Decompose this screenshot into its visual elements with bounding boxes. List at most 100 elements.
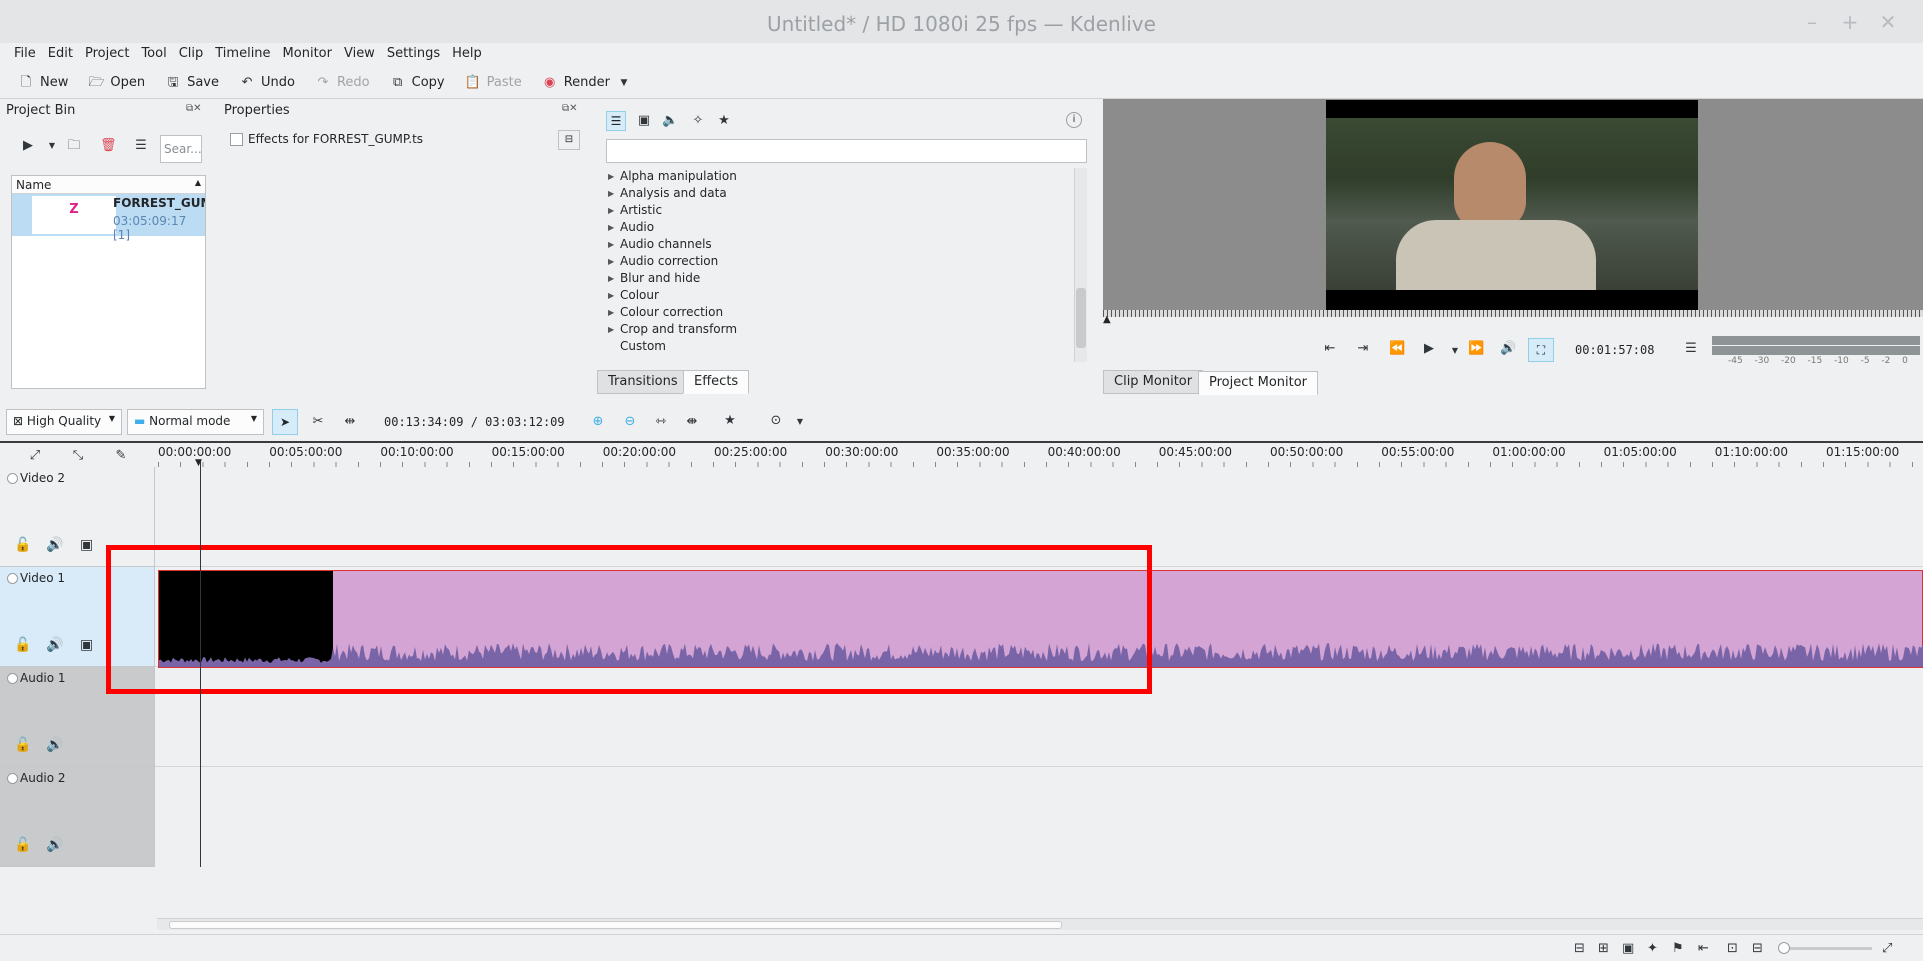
tab-project-monitor[interactable]: Project Monitor bbox=[1198, 371, 1319, 395]
record-circle-icon[interactable]: ⊙ bbox=[768, 413, 784, 429]
scrollbar-thumb[interactable] bbox=[169, 921, 1062, 929]
lock-icon[interactable]: 🔓 bbox=[14, 837, 31, 853]
spacer-tool-icon[interactable]: ⇹ bbox=[342, 414, 358, 430]
tab-effects[interactable]: Effects bbox=[683, 370, 750, 394]
chevron-down-icon[interactable]: ▼ bbox=[1447, 343, 1463, 359]
video-hide-icon[interactable]: ▣ bbox=[80, 637, 93, 653]
insert-icon[interactable]: ⊕ bbox=[590, 414, 606, 430]
extract-icon[interactable]: ⇼ bbox=[684, 414, 700, 430]
info-icon[interactable]: i bbox=[1066, 112, 1082, 128]
paste-button[interactable]: 📋 Paste bbox=[457, 71, 530, 95]
monitor-timecode[interactable]: 00:01:57:08 bbox=[1575, 343, 1654, 357]
track-toggle[interactable] bbox=[7, 773, 18, 784]
lock-icon[interactable]: 🔓 bbox=[14, 637, 31, 653]
effect-category[interactable]: ▶ Blur and hide bbox=[606, 270, 1072, 287]
panel-menu-icon[interactable]: ⊟ bbox=[558, 130, 580, 150]
marker-flag-icon[interactable]: ⚑ bbox=[1672, 941, 1684, 956]
effects-search-input[interactable] bbox=[606, 139, 1087, 163]
volume-icon[interactable]: 🔊 bbox=[1500, 341, 1516, 357]
custom-effects-icon[interactable]: ✧ bbox=[690, 113, 706, 129]
zoom-in-icon[interactable]: ⤢ bbox=[1882, 941, 1892, 956]
new-button[interactable]: 🗋 New bbox=[10, 71, 76, 95]
scrollbar-thumb[interactable] bbox=[1076, 288, 1086, 348]
lock-icon[interactable]: 🔓 bbox=[14, 737, 31, 753]
bin-clip-item[interactable]: Z FORREST_GUMP 03:05:09:17 [1] bbox=[12, 194, 205, 242]
effect-category[interactable]: ▶ Alpha manipulation bbox=[606, 168, 1072, 185]
fit-tracks-icon[interactable]: ⤢ bbox=[27, 448, 43, 464]
effects-checkbox[interactable] bbox=[230, 133, 243, 146]
list-view-icon[interactable]: ☰ bbox=[606, 111, 626, 131]
effects-scrollbar[interactable] bbox=[1074, 168, 1087, 362]
copy-button[interactable]: ⧉ Copy bbox=[382, 71, 453, 95]
menu-help[interactable]: Help bbox=[446, 43, 488, 67]
chevron-down-icon[interactable]: ▼ bbox=[616, 75, 632, 91]
favorite-star-icon[interactable]: ★ bbox=[716, 113, 732, 129]
edit-tracks-icon[interactable]: ✎ bbox=[113, 448, 129, 464]
new-folder-icon[interactable]: 🗀 bbox=[66, 138, 82, 154]
edit-mode-select[interactable]: ▬ Normal mode ▼ bbox=[127, 409, 264, 435]
menu-tool[interactable]: Tool bbox=[135, 43, 172, 67]
audio-effects-icon[interactable]: 🔈 bbox=[662, 113, 678, 129]
selection-tool-icon[interactable]: ➤ bbox=[272, 409, 298, 435]
timeline-playhead[interactable] bbox=[200, 461, 201, 867]
zoom-fit-icon[interactable]: ⊡ bbox=[1727, 941, 1738, 956]
menu-monitor[interactable]: Monitor bbox=[277, 43, 338, 67]
timeline-scrollbar[interactable] bbox=[157, 918, 1923, 930]
menu-project[interactable]: Project bbox=[79, 43, 135, 67]
effect-category[interactable]: ▶ Audio bbox=[606, 219, 1072, 236]
effect-category[interactable]: ▶ Artistic bbox=[606, 202, 1072, 219]
undo-button[interactable]: ↶ Undo bbox=[231, 71, 303, 95]
effect-category[interactable]: ▶ Analysis and data bbox=[606, 185, 1072, 202]
video-effects-icon[interactable]: ▣ bbox=[636, 113, 652, 129]
set-zone-out-icon[interactable]: ⇥ bbox=[1355, 341, 1371, 357]
rewind-icon[interactable]: ⏪ bbox=[1389, 341, 1405, 357]
set-zone-in-icon[interactable]: ⇤ bbox=[1322, 341, 1338, 357]
effect-category[interactable]: ▶ Crop and transform bbox=[606, 321, 1072, 338]
track-toggle[interactable] bbox=[7, 573, 18, 584]
audio-mute-icon[interactable]: 🔊 bbox=[46, 837, 63, 853]
lift-icon[interactable]: ⇿ bbox=[653, 414, 669, 430]
chevron-down-icon[interactable]: ▼ bbox=[792, 414, 808, 430]
chevron-down-icon[interactable]: ▼ bbox=[44, 138, 60, 154]
effect-category[interactable]: Custom bbox=[606, 338, 1072, 355]
effect-category[interactable]: ▶ Audio channels bbox=[606, 236, 1072, 253]
video-hide-icon[interactable]: ▣ bbox=[80, 537, 93, 553]
dock-float-icon[interactable]: ⧉✕ bbox=[186, 103, 202, 114]
overwrite-icon[interactable]: ⊖ bbox=[622, 414, 638, 430]
menu-icon[interactable]: ☰ bbox=[133, 138, 149, 154]
menu-edit[interactable]: Edit bbox=[42, 43, 79, 67]
audio-thumbnail-icon[interactable]: ⊞ bbox=[1598, 941, 1609, 956]
open-button[interactable]: 🗁 Open bbox=[80, 71, 153, 95]
timeline-position[interactable]: 00:13:34:09 / 03:03:12:09 bbox=[384, 415, 565, 429]
track-toggle[interactable] bbox=[7, 673, 18, 684]
menu-clip[interactable]: Clip bbox=[173, 43, 210, 67]
effect-category[interactable]: ▶ Audio correction bbox=[606, 253, 1072, 270]
thumbnail-icon[interactable]: ⊟ bbox=[1574, 941, 1585, 956]
menu-timeline[interactable]: Timeline bbox=[209, 43, 276, 67]
track-header-audio2[interactable]: Audio 2 🔓 🔊 bbox=[0, 767, 154, 867]
menu-settings[interactable]: Settings bbox=[381, 43, 446, 67]
video-thumbnail-icon[interactable]: ▣ bbox=[1622, 941, 1634, 956]
collapse-tracks-icon[interactable]: ⤡ bbox=[70, 448, 86, 464]
column-header-name[interactable]: Name ▲ bbox=[12, 176, 205, 194]
monitor-menu-icon[interactable]: ☰ bbox=[1683, 341, 1699, 357]
project-monitor-view[interactable] bbox=[1103, 99, 1923, 313]
add-clip-icon[interactable]: ▶ bbox=[20, 138, 36, 154]
favorite-star-icon[interactable]: ★ bbox=[722, 413, 738, 429]
forward-icon[interactable]: ⏩ bbox=[1468, 341, 1484, 357]
zoom-out-icon[interactable]: ⊟ bbox=[1752, 941, 1763, 956]
redo-button[interactable]: ↷ Redo bbox=[307, 71, 378, 95]
menu-file[interactable]: File bbox=[8, 43, 42, 67]
lock-icon[interactable]: 🔓 bbox=[14, 537, 31, 553]
effect-category[interactable]: ▶ Colour bbox=[606, 287, 1072, 304]
snap-icon[interactable]: ✦ bbox=[1647, 941, 1658, 956]
dock-float-icon[interactable]: ⧉✕ bbox=[562, 103, 578, 114]
monitor-seek-ruler[interactable] bbox=[1103, 310, 1923, 317]
play-icon[interactable]: ▶ bbox=[1421, 341, 1437, 357]
bin-search-input[interactable]: Sear... bbox=[160, 135, 202, 163]
zoom-slider-handle[interactable] bbox=[1778, 942, 1790, 954]
track-compositing-icon[interactable]: ⇤ bbox=[1698, 941, 1709, 956]
delete-icon[interactable]: 🗑 bbox=[100, 138, 117, 154]
playhead-marker-icon[interactable]: ▼ bbox=[195, 458, 202, 468]
audio-mute-icon[interactable]: 🔊 bbox=[46, 637, 63, 653]
